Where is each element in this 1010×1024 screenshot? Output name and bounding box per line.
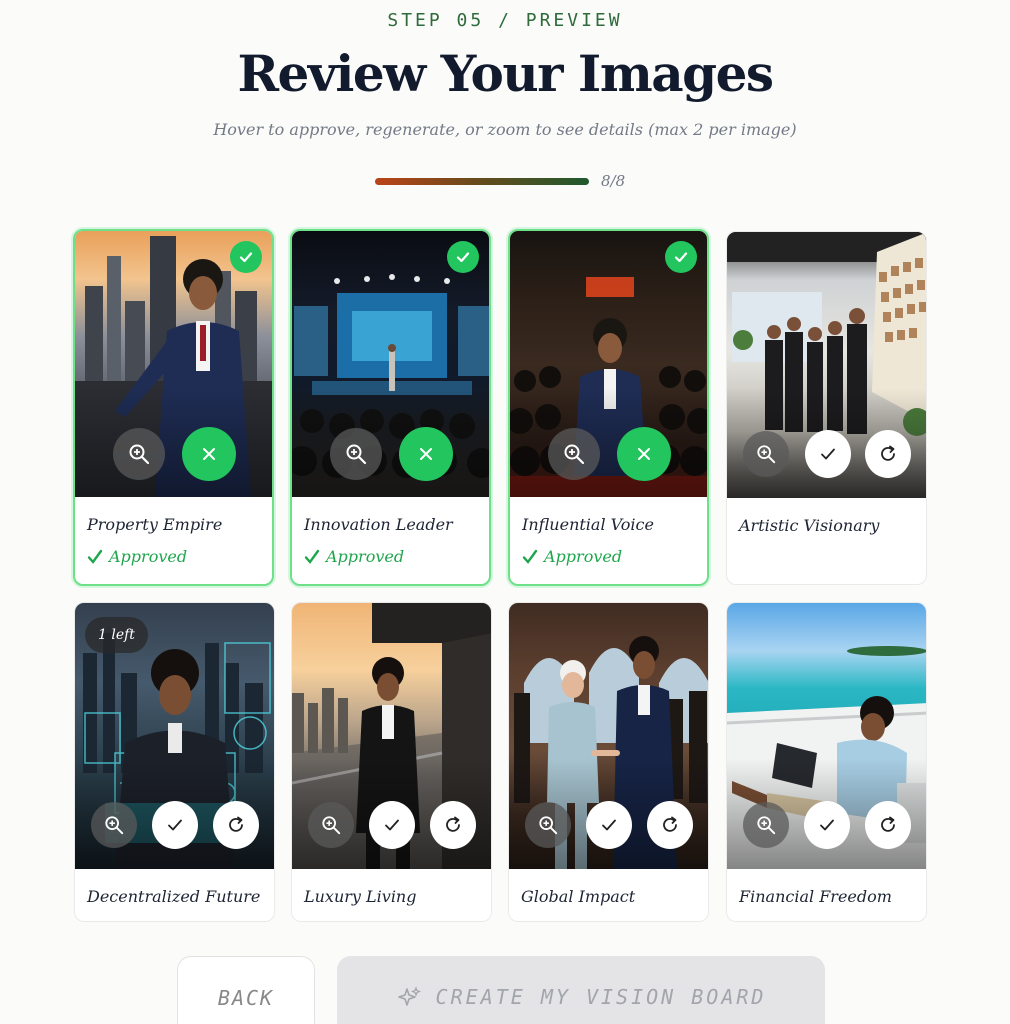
close-icon [420, 448, 432, 460]
approved-check-icon [447, 241, 479, 273]
regenerate-button[interactable] [865, 430, 911, 478]
card-label: Decentralized Future [87, 887, 261, 906]
progress-track [375, 178, 589, 185]
regenerate-button[interactable] [865, 801, 911, 849]
card-label: Influential Voice [522, 515, 654, 534]
check-icon [385, 819, 399, 831]
zoom-in-icon [105, 816, 124, 835]
refresh-icon [446, 816, 460, 832]
approve-button[interactable] [805, 430, 851, 478]
card-label: Property Empire [87, 515, 223, 534]
zoom-button[interactable] [743, 431, 789, 477]
zoom-button[interactable] [308, 802, 354, 848]
back-button[interactable]: BACK [177, 956, 315, 1024]
check-icon [602, 819, 616, 831]
zoom-in-icon [539, 816, 558, 835]
zoom-in-icon [322, 816, 341, 835]
zoom-in-icon [757, 445, 776, 464]
card-status: Approved [87, 547, 187, 566]
approve-button[interactable] [152, 801, 198, 849]
zoom-button[interactable] [330, 428, 382, 480]
check-icon [87, 549, 103, 564]
zoom-in-icon [564, 444, 585, 465]
check-icon [304, 549, 320, 564]
image-card-decentralized-future[interactable]: 1 left Decentralized Future [74, 602, 275, 922]
check-icon [821, 448, 835, 460]
approve-button[interactable] [586, 801, 632, 849]
card-label: Financial Freedom [739, 887, 892, 906]
refresh-icon [881, 816, 895, 832]
approve-button[interactable] [369, 801, 415, 849]
image-card-luxury-living[interactable]: Luxury Living [291, 602, 492, 922]
zoom-button[interactable] [525, 802, 571, 848]
create-vision-board-button[interactable]: CREATE MY VISION BOARD [337, 956, 825, 1024]
back-button-label: BACK [217, 986, 275, 1010]
zoom-button[interactable] [91, 802, 137, 848]
card-status: Approved [304, 547, 404, 566]
progress-fill [375, 178, 589, 185]
refresh-icon [881, 445, 895, 461]
zoom-in-icon [129, 444, 150, 465]
unapprove-button[interactable] [617, 427, 671, 481]
regenerate-button[interactable] [213, 801, 259, 849]
regenerations-left-badge: 1 left [85, 617, 148, 653]
image-card-innovation-leader[interactable]: Innovation Leader Approved [290, 229, 491, 586]
image-card-global-impact[interactable]: Global Impact [508, 602, 709, 922]
close-icon [203, 448, 215, 460]
unapprove-button[interactable] [182, 427, 236, 481]
approved-check-icon [230, 241, 262, 273]
zoom-in-icon [757, 816, 776, 835]
refresh-icon [229, 816, 243, 832]
unapprove-button[interactable] [399, 427, 453, 481]
zoom-in-icon [346, 444, 367, 465]
approve-button[interactable] [804, 801, 850, 849]
image-card-artistic-visionary[interactable]: Artistic Visionary [726, 231, 927, 585]
check-icon [820, 819, 834, 831]
approved-check-icon [665, 241, 697, 273]
refresh-icon [663, 816, 677, 832]
close-icon [638, 448, 650, 460]
page-subtitle: Hover to approve, regenerate, or zoom to… [213, 120, 797, 139]
check-icon [168, 819, 182, 831]
zoom-button[interactable] [548, 428, 600, 480]
regenerate-button[interactable] [430, 801, 476, 849]
image-card-property-empire[interactable]: Property Empire Approved [73, 229, 274, 586]
regenerate-button[interactable] [647, 801, 693, 849]
check-icon [522, 549, 538, 564]
zoom-button[interactable] [743, 802, 789, 848]
zoom-button[interactable] [113, 428, 165, 480]
card-status: Approved [522, 547, 622, 566]
image-card-financial-freedom[interactable]: Financial Freedom [726, 602, 927, 922]
image-card-influential-voice[interactable]: Influential Voice Approved [508, 229, 709, 586]
step-indicator: STEP 05 / PREVIEW [387, 10, 623, 31]
card-label: Global Impact [521, 887, 636, 906]
card-label: Luxury Living [304, 887, 417, 906]
create-button-label: CREATE MY VISION BOARD [435, 985, 767, 1009]
card-label: Artistic Visionary [739, 516, 880, 535]
sparkle-icon [397, 986, 421, 1006]
card-label: Innovation Leader [304, 515, 453, 534]
progress: 8/8 [375, 172, 635, 192]
progress-count: 8/8 [601, 172, 626, 190]
page-title: Review Your Images [237, 44, 774, 103]
